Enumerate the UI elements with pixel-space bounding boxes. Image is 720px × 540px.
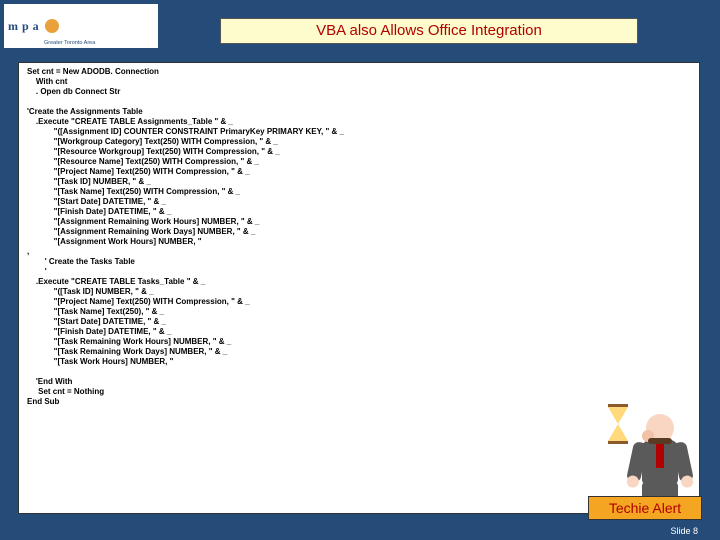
logo-text: mpa (8, 19, 43, 34)
slide-title: VBA also Allows Office Integration (220, 18, 638, 44)
logo-accent-dot-icon (45, 19, 59, 33)
header: mpa Greater Toronto Area VBA also Allows… (0, 0, 720, 52)
hourglass-icon (606, 404, 630, 444)
logo-mark: mpa (8, 19, 59, 34)
logo-subtitle: Greater Toronto Area (44, 40, 95, 46)
alert-badge: Techie Alert (588, 496, 702, 520)
slide-number: Slide 8 (670, 526, 698, 536)
logo-box: mpa Greater Toronto Area (4, 4, 158, 48)
